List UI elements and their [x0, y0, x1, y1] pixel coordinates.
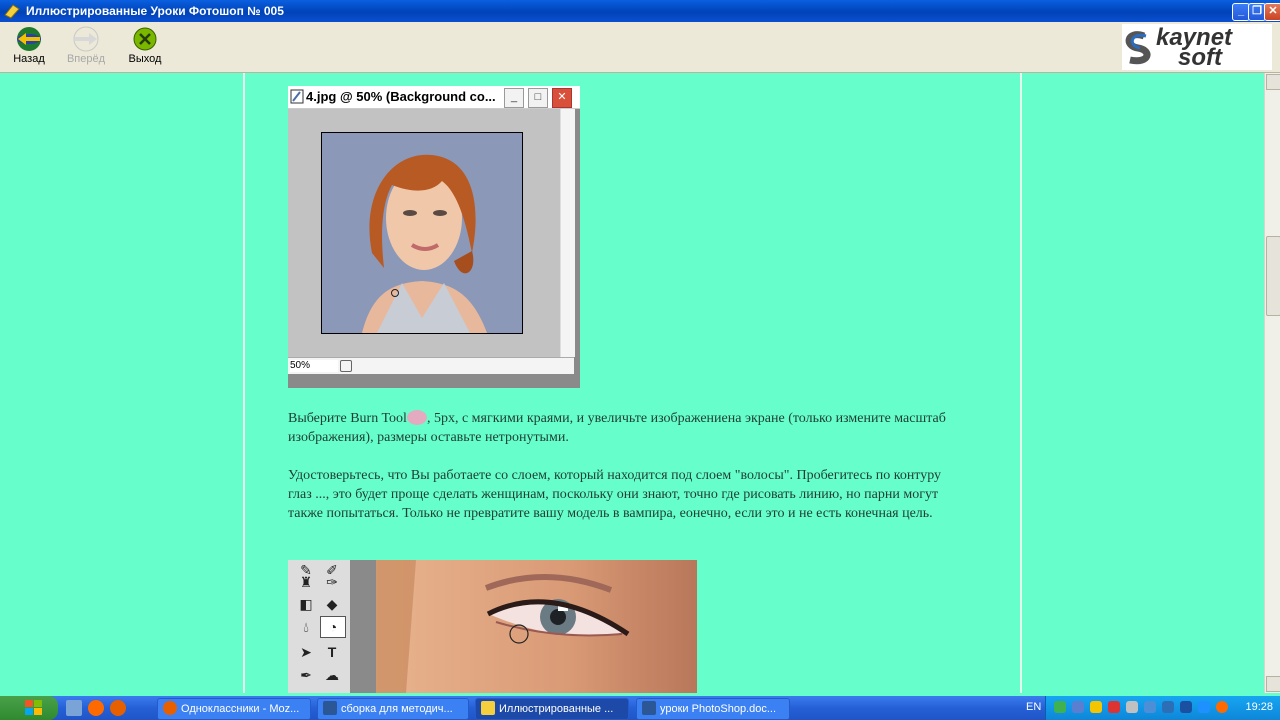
blur-tool-icon[interactable]: 💧︎	[294, 617, 318, 637]
toolbar: Назад Вперёд Выход	[0, 22, 1280, 73]
word-icon	[323, 701, 337, 715]
portrait-photo	[322, 133, 522, 333]
exit-icon	[133, 27, 157, 51]
column-divider-right	[1020, 73, 1022, 693]
ps-document-titlebar: 4.jpg @ 50% (Background co... _ □ ✕	[288, 86, 580, 109]
task-photoshop-lessons[interactable]: Иллюстрированные ...	[475, 698, 629, 720]
start-button[interactable]	[0, 696, 58, 720]
ps-maximize-button[interactable]: □	[528, 88, 548, 108]
show-desktop-icon[interactable]	[66, 700, 82, 716]
tray-antivirus-icon[interactable]	[1108, 701, 1120, 713]
type-tool-icon[interactable]: T	[320, 642, 344, 662]
ps-minimize-button[interactable]: _	[504, 88, 524, 108]
tray-shield-icon[interactable]	[1090, 701, 1102, 713]
task-word-1[interactable]: сборка для методич...	[317, 698, 469, 720]
forward-button[interactable]: Вперёд	[58, 24, 114, 70]
task-firefox-label: Одноклассники - Moz...	[181, 703, 300, 715]
tray-sync-icon[interactable]	[1162, 701, 1174, 713]
system-tray: 19:28	[1045, 696, 1280, 720]
word-icon-2	[642, 701, 656, 715]
tray-power-icon[interactable]	[1198, 701, 1210, 713]
page-vertical-scrollbar[interactable]	[1264, 73, 1280, 693]
firefox-launch-icon[interactable]	[110, 700, 126, 716]
para1-text-start: Выберите Burn Tool	[288, 411, 407, 426]
ps-close-button[interactable]: ✕	[552, 88, 572, 108]
forward-label: Вперёд	[66, 53, 106, 65]
window-title: Иллюстрированные Уроки Фотошоп № 005	[26, 4, 284, 18]
exit-label: Выход	[128, 53, 162, 65]
scroll-up-button[interactable]	[1266, 74, 1280, 90]
tray-update-icon[interactable]	[1216, 701, 1228, 713]
lessons-app-icon	[481, 701, 495, 715]
stamp-tool-icon[interactable]: ♜	[294, 572, 318, 592]
instruction-paragraph-1: Выберите Burn Tool, 5px, с мягкими краям…	[288, 409, 968, 447]
burn-tool-icon	[406, 410, 427, 425]
app-icon	[4, 4, 20, 19]
language-indicator[interactable]: EN	[1026, 701, 1041, 713]
paint-bucket-icon[interactable]: ◆	[320, 594, 344, 614]
forward-icon	[73, 26, 99, 52]
tray-network-icon[interactable]	[1054, 701, 1066, 713]
burn-tool-button[interactable]: ◔	[320, 616, 346, 638]
move-tool-icon[interactable]: ➤	[294, 642, 318, 662]
ps-status-arrow-icon[interactable]	[340, 360, 352, 372]
content-area: 4.jpg @ 50% (Background co... _ □ ✕ 50% …	[0, 73, 1264, 693]
back-label: Назад	[13, 53, 45, 65]
back-icon	[17, 27, 41, 51]
eye-photo	[376, 560, 697, 693]
task-photoshop-lessons-label: Иллюстрированные ...	[499, 703, 614, 715]
history-brush-icon[interactable]: ✑	[320, 572, 344, 592]
photoshop-document-window: 4.jpg @ 50% (Background co... _ □ ✕ 50%	[288, 86, 580, 388]
task-word-1-label: сборка для методич...	[341, 703, 453, 715]
portrait-image	[321, 132, 523, 334]
scroll-down-button[interactable]	[1266, 676, 1280, 692]
eraser-tool-icon[interactable]: ◧	[294, 594, 318, 614]
scroll-thumb[interactable]	[1266, 236, 1280, 316]
exit-button[interactable]: Выход	[117, 24, 173, 70]
eye-closeup-image	[376, 560, 697, 693]
firefox-icon	[163, 701, 177, 715]
windows-taskbar: Одноклассники - Moz... сборка для методи…	[0, 696, 1280, 720]
ps-status-bar: 50%	[288, 357, 574, 374]
task-word-2[interactable]: уроки PhotoShop.doc...	[636, 698, 790, 720]
ps-document-title: 4.jpg @ 50% (Background co...	[306, 89, 496, 104]
column-divider-left	[243, 73, 245, 693]
window-titlebar: Иллюстрированные Уроки Фотошоп № 005 _ ❐…	[0, 0, 1280, 22]
ps-document-icon	[290, 89, 304, 104]
instruction-paragraph-2: Удостоверьтесь, что Вы работаете со слое…	[288, 468, 942, 521]
pen-tool-icon[interactable]: ✒	[294, 665, 318, 685]
tray-bluetooth-icon[interactable]	[1180, 701, 1192, 713]
task-firefox[interactable]: Одноклассники - Moz...	[157, 698, 311, 720]
ps-toolbox: ✎ ✐ ♜ ✑ ◧ ◆ 💧︎ ◔ ➤ T ✒ ☁	[288, 560, 351, 693]
opera-launch-icon[interactable]	[88, 700, 104, 716]
clock[interactable]: 19:28	[1245, 701, 1273, 713]
tray-audio-icon[interactable]	[1144, 701, 1156, 713]
logo-text-line2: soft	[1178, 44, 1222, 71]
shape-tool-icon[interactable]: ☁	[320, 665, 344, 685]
close-button[interactable]: ✕	[1264, 3, 1280, 21]
back-button[interactable]: Назад	[1, 24, 57, 70]
ps-workspace-edge	[350, 560, 376, 693]
ps-canvas	[288, 109, 560, 357]
task-word-2-label: уроки PhotoShop.doc...	[660, 703, 777, 715]
zoom-field[interactable]: 50%	[290, 360, 338, 372]
tray-connection-icon[interactable]	[1126, 701, 1138, 713]
windows-logo-icon	[25, 700, 42, 715]
tray-display-icon[interactable]	[1072, 701, 1084, 713]
ps-vertical-scrollbar[interactable]	[560, 109, 575, 357]
skaynet-logo: kaynet soft	[1122, 24, 1272, 71]
